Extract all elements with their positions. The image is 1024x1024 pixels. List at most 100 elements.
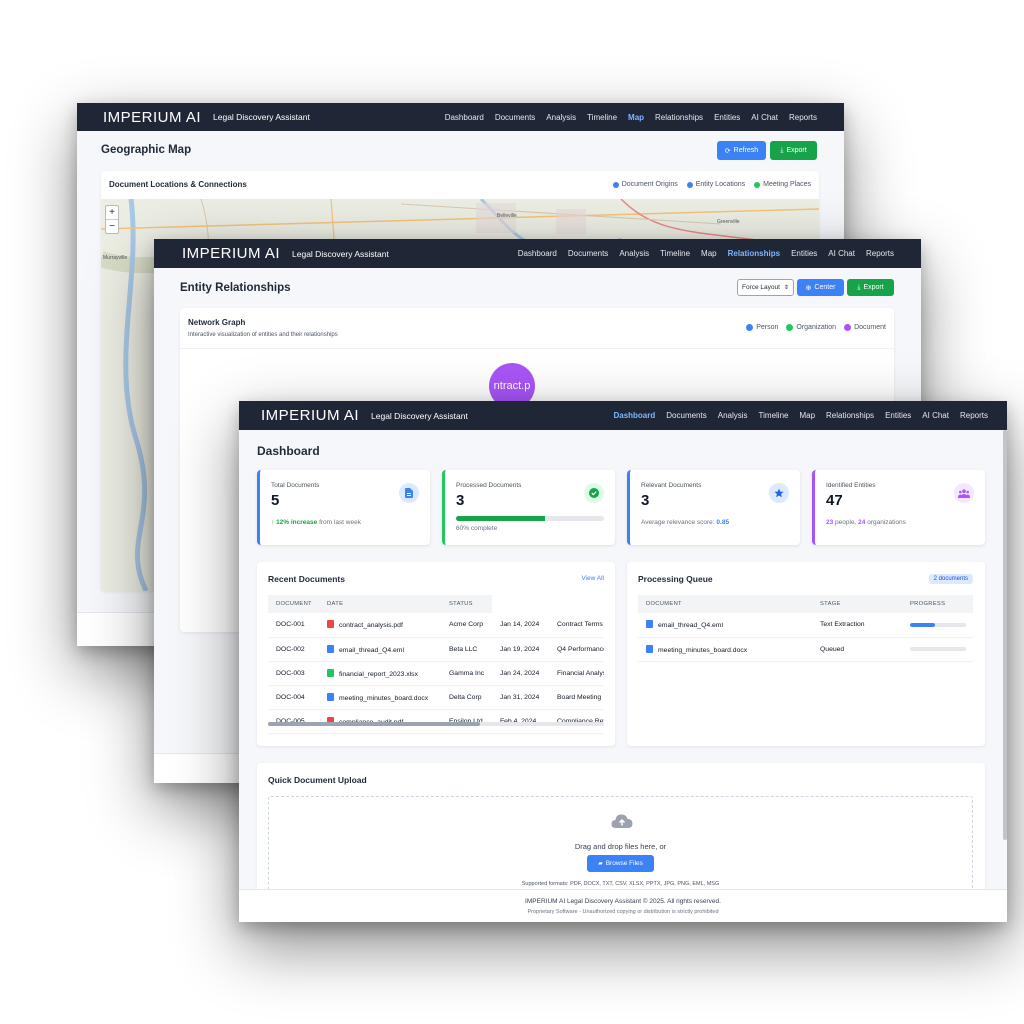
horizontal-scrollbar[interactable] bbox=[268, 722, 604, 726]
center-button[interactable]: ⊕ Center bbox=[797, 279, 844, 296]
doc-file[interactable]: financial_report_2023.xlsx bbox=[319, 661, 441, 686]
nav-map[interactable]: Map bbox=[701, 249, 717, 258]
doc-file[interactable]: meeting_minutes_board.docx bbox=[319, 685, 441, 710]
footer-copyright: IMPERIUM AI Legal Discovery Assistant © … bbox=[525, 898, 721, 905]
nav-reports[interactable]: Reports bbox=[789, 113, 817, 122]
doc-description: Compliance Review bbox=[549, 709, 604, 734]
column-header[interactable]: DATE bbox=[319, 595, 441, 613]
legend-dot bbox=[786, 324, 794, 331]
trend-value: 12% increase bbox=[276, 519, 318, 526]
map-legend: Document Origins Entity Locations Meetin… bbox=[612, 181, 811, 188]
doc-id: DOC-003 bbox=[268, 661, 319, 686]
table-row[interactable]: DOC-003 financial_report_2023.xlsx Gamma I… bbox=[268, 661, 604, 686]
view-all-link[interactable]: View All bbox=[581, 575, 604, 582]
export-button[interactable]: ⤓ Export bbox=[770, 141, 817, 160]
browse-files-button[interactable]: ▰ Browse Files bbox=[587, 855, 654, 872]
doc-file[interactable]: compliance_audit.pdf bbox=[319, 709, 441, 734]
stat-sub-text: Average relevance score: bbox=[641, 519, 717, 526]
word-file-icon bbox=[327, 692, 334, 701]
nav-reports[interactable]: Reports bbox=[866, 249, 894, 258]
brand[interactable]: IMPERIUM AI Legal Discovery Assistant bbox=[103, 109, 310, 126]
dashboard-window: IMPERIUM AI Legal Discovery Assistant Da… bbox=[239, 401, 1007, 922]
nav-documents[interactable]: Documents bbox=[568, 249, 608, 258]
table-row[interactable]: meeting_minutes_board.docx Queued bbox=[638, 637, 973, 662]
nav-entities[interactable]: Entities bbox=[714, 113, 740, 122]
doc-date: Jan 19, 2024 bbox=[492, 637, 549, 662]
stat-label: Identified Entities bbox=[826, 482, 876, 489]
brand[interactable]: IMPERIUM AI Legal Discovery Assistant bbox=[182, 245, 389, 262]
nav-ai-chat[interactable]: AI Chat bbox=[922, 411, 949, 420]
legend-label: Document bbox=[854, 324, 886, 331]
doc-filename: contract_analysis.pdf bbox=[339, 622, 403, 630]
doc-filename: meeting_minutes_board.docx bbox=[339, 694, 429, 702]
refresh-button[interactable]: ⟳ Refresh bbox=[717, 141, 766, 160]
legend-label: Document Origins bbox=[621, 181, 678, 188]
zoom-in-button[interactable]: + bbox=[106, 206, 118, 219]
nav-documents[interactable]: Documents bbox=[666, 411, 706, 420]
nav-links: Dashboard Documents Analysis Timeline Ma… bbox=[445, 113, 817, 122]
page-title: Geographic Map bbox=[101, 144, 192, 156]
legend-entity-locations: Entity Locations bbox=[686, 181, 745, 188]
stat-value: 47 bbox=[826, 492, 843, 509]
footer: IMPERIUM AI Legal Discovery Assistant © … bbox=[239, 889, 1007, 922]
navbar: IMPERIUM AI Legal Discovery Assistant Da… bbox=[154, 239, 921, 268]
scrollbar-thumb[interactable] bbox=[268, 722, 480, 726]
nav-entities[interactable]: Entities bbox=[791, 249, 817, 258]
legend-dot bbox=[754, 181, 761, 188]
nav-timeline[interactable]: Timeline bbox=[587, 113, 617, 122]
nav-ai-chat[interactable]: AI Chat bbox=[751, 113, 778, 122]
nav-documents[interactable]: Documents bbox=[495, 113, 535, 122]
export-button[interactable]: ⤓ Export bbox=[847, 279, 894, 296]
nav-relationships[interactable]: Relationships bbox=[728, 249, 780, 258]
table-row[interactable]: DOC-001 contract_analysis.pdf Acme Corp Jan… bbox=[268, 613, 604, 638]
nav-reports[interactable]: Reports bbox=[960, 411, 988, 420]
doc-file[interactable]: contract_analysis.pdf bbox=[319, 613, 441, 638]
nav-map[interactable]: Map bbox=[799, 411, 815, 420]
nav-map[interactable]: Map bbox=[628, 113, 644, 122]
nav-analysis[interactable]: Analysis bbox=[718, 411, 748, 420]
nav-ai-chat[interactable]: AI Chat bbox=[828, 249, 855, 258]
supported-formats: Supported formats: PDF, DOCX, TXT, CSV, … bbox=[521, 881, 720, 887]
column-header[interactable]: PROGRESS bbox=[902, 595, 973, 613]
download-icon: ⤓ bbox=[780, 146, 784, 154]
queue-file: meeting_minutes_board.docx bbox=[638, 637, 812, 662]
table-row[interactable]: DOC-004 meeting_minutes_board.docx Delta C… bbox=[268, 685, 604, 710]
column-header[interactable]: DOCUMENT bbox=[638, 595, 812, 613]
stat-value: 5 bbox=[271, 492, 280, 509]
progress-fill bbox=[910, 622, 936, 627]
column-header[interactable]: DOCUMENT bbox=[268, 595, 319, 613]
zoom-out-button[interactable]: − bbox=[106, 219, 118, 233]
table-row[interactable]: email_thread_Q4.eml Text Extraction bbox=[638, 613, 973, 638]
processing-queue-table: DOCUMENT STAGE PROGRESS email_thread_Q4.… bbox=[638, 595, 973, 662]
scrollbar[interactable] bbox=[1003, 430, 1007, 840]
check-circle-icon bbox=[584, 483, 604, 503]
drop-zone[interactable]: Drag and drop files here, or ▰ Browse Fil… bbox=[268, 796, 973, 896]
legend-document: Document bbox=[844, 324, 886, 331]
table-row[interactable]: DOC-002 email_thread_Q4.eml Beta LLC Jan 19… bbox=[268, 637, 604, 662]
doc-file[interactable]: email_thread_Q4.eml bbox=[319, 637, 441, 662]
brand-logo: IMPERIUM AI bbox=[182, 245, 281, 262]
column-header[interactable]: STATUS bbox=[441, 595, 492, 613]
nav-dashboard[interactable]: Dashboard bbox=[613, 411, 655, 420]
layout-select[interactable]: Force Layout ⇕ bbox=[737, 279, 794, 296]
map-place-label: Belleville bbox=[497, 213, 517, 219]
nav-analysis[interactable]: Analysis bbox=[619, 249, 649, 258]
nav-dashboard[interactable]: Dashboard bbox=[518, 249, 557, 258]
nav-entities[interactable]: Entities bbox=[885, 411, 911, 420]
drop-instructions: Drag and drop files here, or bbox=[574, 842, 667, 851]
nav-relationships[interactable]: Relationships bbox=[826, 411, 874, 420]
export-label: Export bbox=[786, 147, 807, 154]
column-header[interactable]: STAGE bbox=[812, 595, 902, 613]
nav-dashboard[interactable]: Dashboard bbox=[445, 113, 484, 122]
network-card-title: Network Graph bbox=[188, 318, 246, 327]
org-label: organizations bbox=[865, 519, 906, 526]
nav-relationships[interactable]: Relationships bbox=[655, 113, 703, 122]
nav-analysis[interactable]: Analysis bbox=[546, 113, 576, 122]
brand[interactable]: IMPERIUM AI Legal Discovery Assistant bbox=[261, 407, 468, 424]
table-row[interactable]: DOC-005compliance_audit.pdfEpsilon LtdFe… bbox=[268, 709, 604, 734]
pdf-file-icon bbox=[327, 620, 334, 629]
page-title: Dashboard bbox=[257, 444, 320, 458]
nav-timeline[interactable]: Timeline bbox=[660, 249, 690, 258]
refresh-label: Refresh bbox=[733, 147, 759, 154]
nav-timeline[interactable]: Timeline bbox=[759, 411, 789, 420]
